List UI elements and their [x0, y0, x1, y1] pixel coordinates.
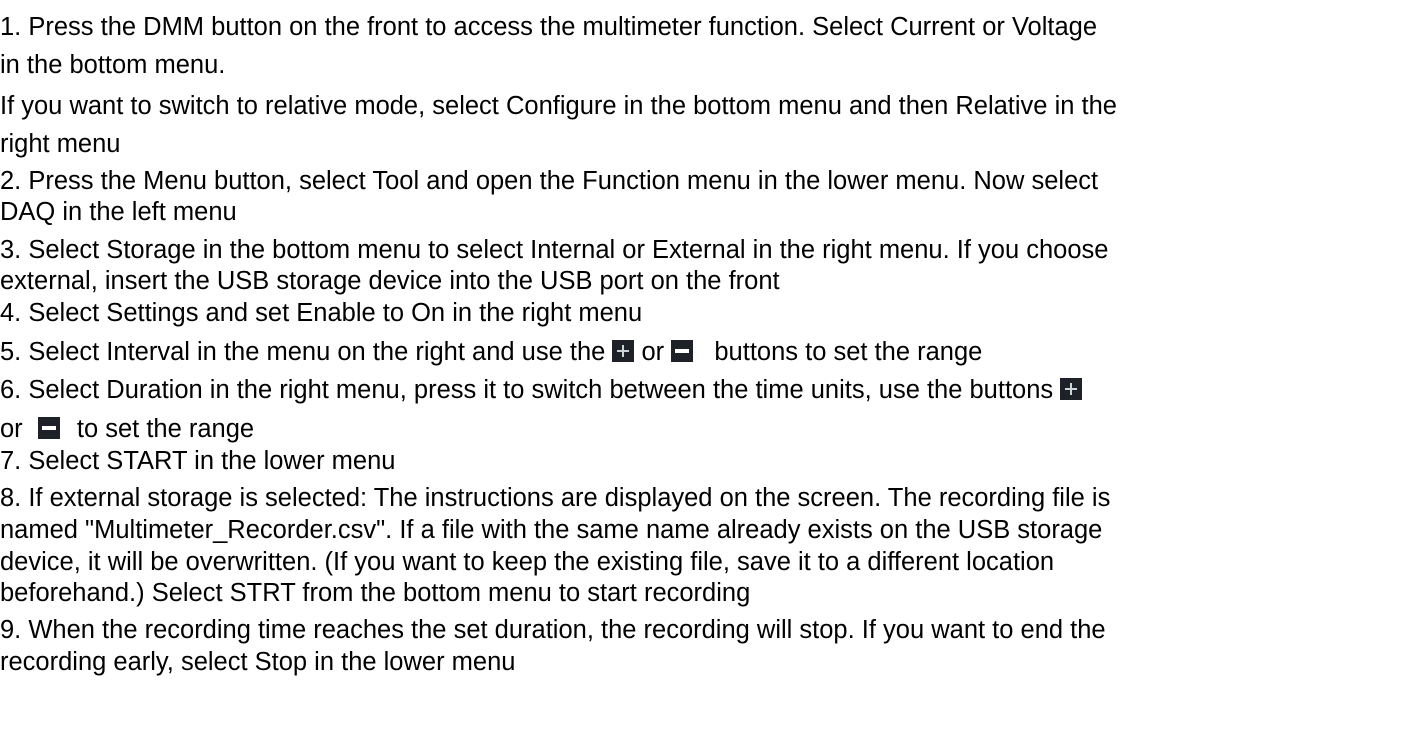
step-5-text-end: buttons to set the range	[714, 338, 983, 366]
plus-button-icon	[1060, 378, 1083, 400]
step-5-text-or: or	[641, 338, 665, 366]
step-8-line-2: named "Multimeter_Recorder.csv". If a fi…	[0, 516, 1103, 544]
step-9-line-2: recording early, select Stop in the lowe…	[0, 648, 516, 676]
step-7-line: 7. Select START in the lower menu	[0, 447, 396, 475]
relative-mode-line-2: right menu	[0, 130, 121, 158]
relative-mode-line-1: If you want to switch to relative mode, …	[0, 92, 1117, 120]
plus-button-icon	[612, 340, 635, 362]
step-6-text-end: to set the range	[76, 415, 255, 443]
step-3-line-2: external, insert the USB storage device …	[0, 267, 780, 295]
step-6-text-start: 6. Select Duration in the right menu, pr…	[0, 376, 1054, 404]
step-6-line-2: or to set the range	[0, 414, 254, 444]
step-6-line-1: 6. Select Duration in the right menu, pr…	[0, 375, 1083, 405]
step-2-line-2: DAQ in the left menu	[0, 198, 237, 226]
step-1-line-2: in the bottom menu.	[0, 51, 226, 79]
step-1-line-1: 1. Press the DMM button on the front to …	[0, 13, 1098, 41]
step-5-text-start: 5. Select Interval in the menu on the ri…	[0, 338, 606, 366]
step-3-line-1: 3. Select Storage in the bottom menu to …	[0, 236, 1109, 264]
step-6-text-or: or	[0, 415, 23, 443]
step-8-line-4: beforehand.) Select STRT from the bottom…	[0, 579, 751, 607]
minus-button-icon	[671, 340, 694, 362]
step-8-line-1: 8. If external storage is selected: The …	[0, 484, 1111, 512]
step-5-line: 5. Select Interval in the menu on the ri…	[0, 337, 982, 367]
step-2-line-1: 2. Press the Menu button, select Tool an…	[0, 167, 1099, 195]
step-8-line-3: device, it will be overwritten. (If you …	[0, 548, 1055, 576]
step-4-line: 4. Select Settings and set Enable to On …	[0, 299, 643, 327]
step-9-line-1: 9. When the recording time reaches the s…	[0, 616, 1106, 644]
minus-button-icon	[37, 417, 60, 439]
